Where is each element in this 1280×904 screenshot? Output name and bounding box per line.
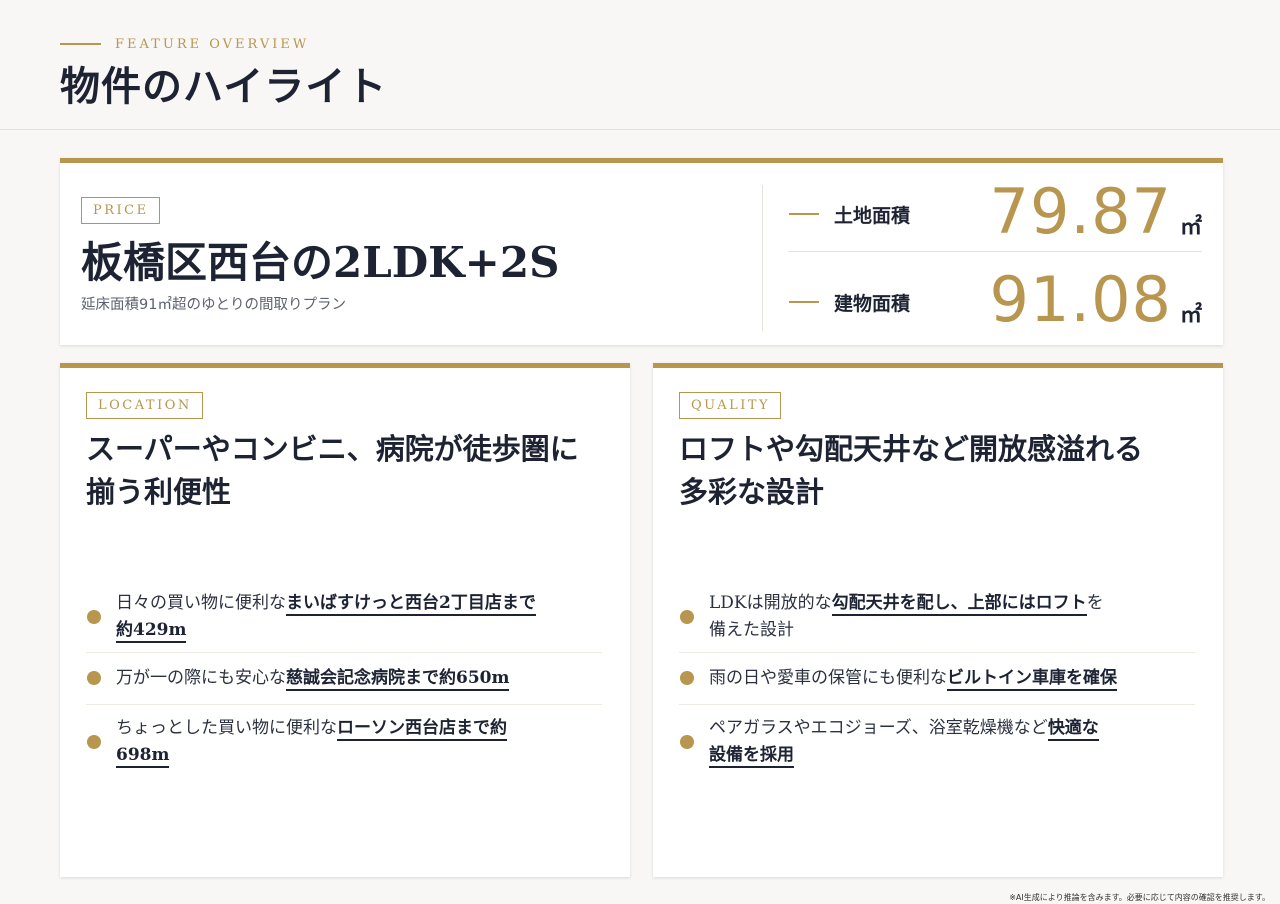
highlight: まいばすけっと西台2丁目店まで: [286, 593, 536, 616]
vertical-divider: [762, 185, 763, 331]
eyebrow-text: FEATURE OVERVIEW: [115, 36, 310, 52]
property-title: 板橋区西台の2LDK+2S: [81, 238, 560, 287]
location-heading-line1: スーパーやコンビニ、病院が徒歩圏に: [86, 432, 579, 466]
land-area-metric: 土地面積 79.87 ㎡: [788, 175, 1202, 252]
list-item: 雨の日や愛車の保管にも便利なビルトイン車庫を確保: [679, 652, 1195, 705]
bullet-dot: [680, 610, 694, 624]
list-item-text: 万が一の際にも安心な慈誠会記念病院まで約650m: [116, 665, 510, 692]
highlight: ビルトイン車庫を確保: [947, 667, 1117, 691]
list-item-text: 日々の買い物に便利なまいばすけっと西台2丁目店まで 約429m: [116, 590, 536, 644]
list-item-text: 雨の日や愛車の保管にも便利なビルトイン車庫を確保: [709, 665, 1117, 692]
building-area-unit: ㎡: [1179, 302, 1202, 328]
highlight: 快適な: [1047, 718, 1099, 741]
location-card: LOCATION スーパーやコンビニ、病院が徒歩圏に 揃う利便性 日々の買い物に…: [60, 363, 630, 877]
bullet-dot: [87, 735, 101, 749]
land-area-value: 79.87: [989, 175, 1172, 248]
price-card: PRICE 板橋区西台の2LDK+2S 延床面積91㎡超のゆとりの間取りプラン …: [60, 158, 1223, 345]
metric-dash: [789, 301, 819, 303]
highlight: ローソン西台店まで約: [337, 718, 507, 741]
list-item: 万が一の際にも安心な慈誠会記念病院まで約650m: [86, 652, 602, 705]
eyebrow: FEATURE OVERVIEW: [60, 36, 309, 52]
highlight: 慈誠会記念病院まで約650m: [286, 667, 510, 691]
location-tag: LOCATION: [86, 392, 203, 419]
list-item-text: LDKは開放的な勾配天井を配し、上部にはロフトを 備えた設計: [709, 593, 1104, 640]
location-heading: スーパーやコンビニ、病院が徒歩圏に 揃う利便性: [86, 428, 606, 514]
list-item: 日々の買い物に便利なまいばすけっと西台2丁目店まで 約429m: [86, 582, 602, 653]
highlight: 設備を採用: [709, 745, 794, 768]
list-item: ちょっとした買い物に便利なローソン西台店まで約 698m: [86, 704, 602, 780]
highlight: 約429m: [116, 620, 187, 643]
price-tag: PRICE: [81, 197, 160, 224]
bullet-dot: [87, 671, 101, 685]
land-area-label: 土地面積: [834, 205, 911, 227]
building-area-metric: 建物面積 91.08 ㎡: [788, 263, 1202, 339]
metric-dash: [789, 213, 819, 215]
quality-card: QUALITY ロフトや勾配天井など開放感溢れる 多彩な設計 LDKは開放的な勾…: [653, 363, 1223, 877]
property-subtitle: 延床面積91㎡超のゆとりの間取りプラン: [81, 297, 346, 313]
bullet-dot: [87, 610, 101, 624]
bullet-dot: [680, 735, 694, 749]
quality-heading: ロフトや勾配天井など開放感溢れる 多彩な設計: [679, 428, 1199, 514]
quality-heading-line2: 多彩な設計: [679, 475, 825, 509]
building-area-label: 建物面積: [834, 293, 911, 315]
highlight: 698m: [116, 745, 170, 768]
list-item: LDKは開放的な勾配天井を配し、上部にはロフトを 備えた設計: [679, 582, 1195, 653]
highlight: 勾配天井を配し、上部にはロフト: [831, 593, 1087, 616]
quality-heading-line1: ロフトや勾配天井など開放感溢れる: [679, 432, 1144, 466]
list-item: ペアガラスやエコジョーズ、浴室乾燥機など快適な 設備を採用: [679, 704, 1195, 780]
location-heading-line2: 揃う利便性: [86, 475, 232, 509]
eyebrow-rule: [60, 43, 101, 45]
building-area-value: 91.08: [989, 263, 1172, 336]
list-item-text: ペアガラスやエコジョーズ、浴室乾燥機など快適な 設備を採用: [709, 715, 1099, 769]
land-area-unit: ㎡: [1179, 214, 1202, 240]
quality-tag: QUALITY: [679, 392, 782, 419]
page-title: 物件のハイライト: [60, 63, 388, 110]
page-header: FEATURE OVERVIEW 物件のハイライト: [0, 0, 1280, 130]
bullet-dot: [680, 671, 694, 685]
footer-note: ※AI生成により推論を含みます。必要に応じて内容の確認を推奨します。: [1009, 893, 1270, 902]
list-item-text: ちょっとした買い物に便利なローソン西台店まで約 698m: [116, 715, 507, 769]
